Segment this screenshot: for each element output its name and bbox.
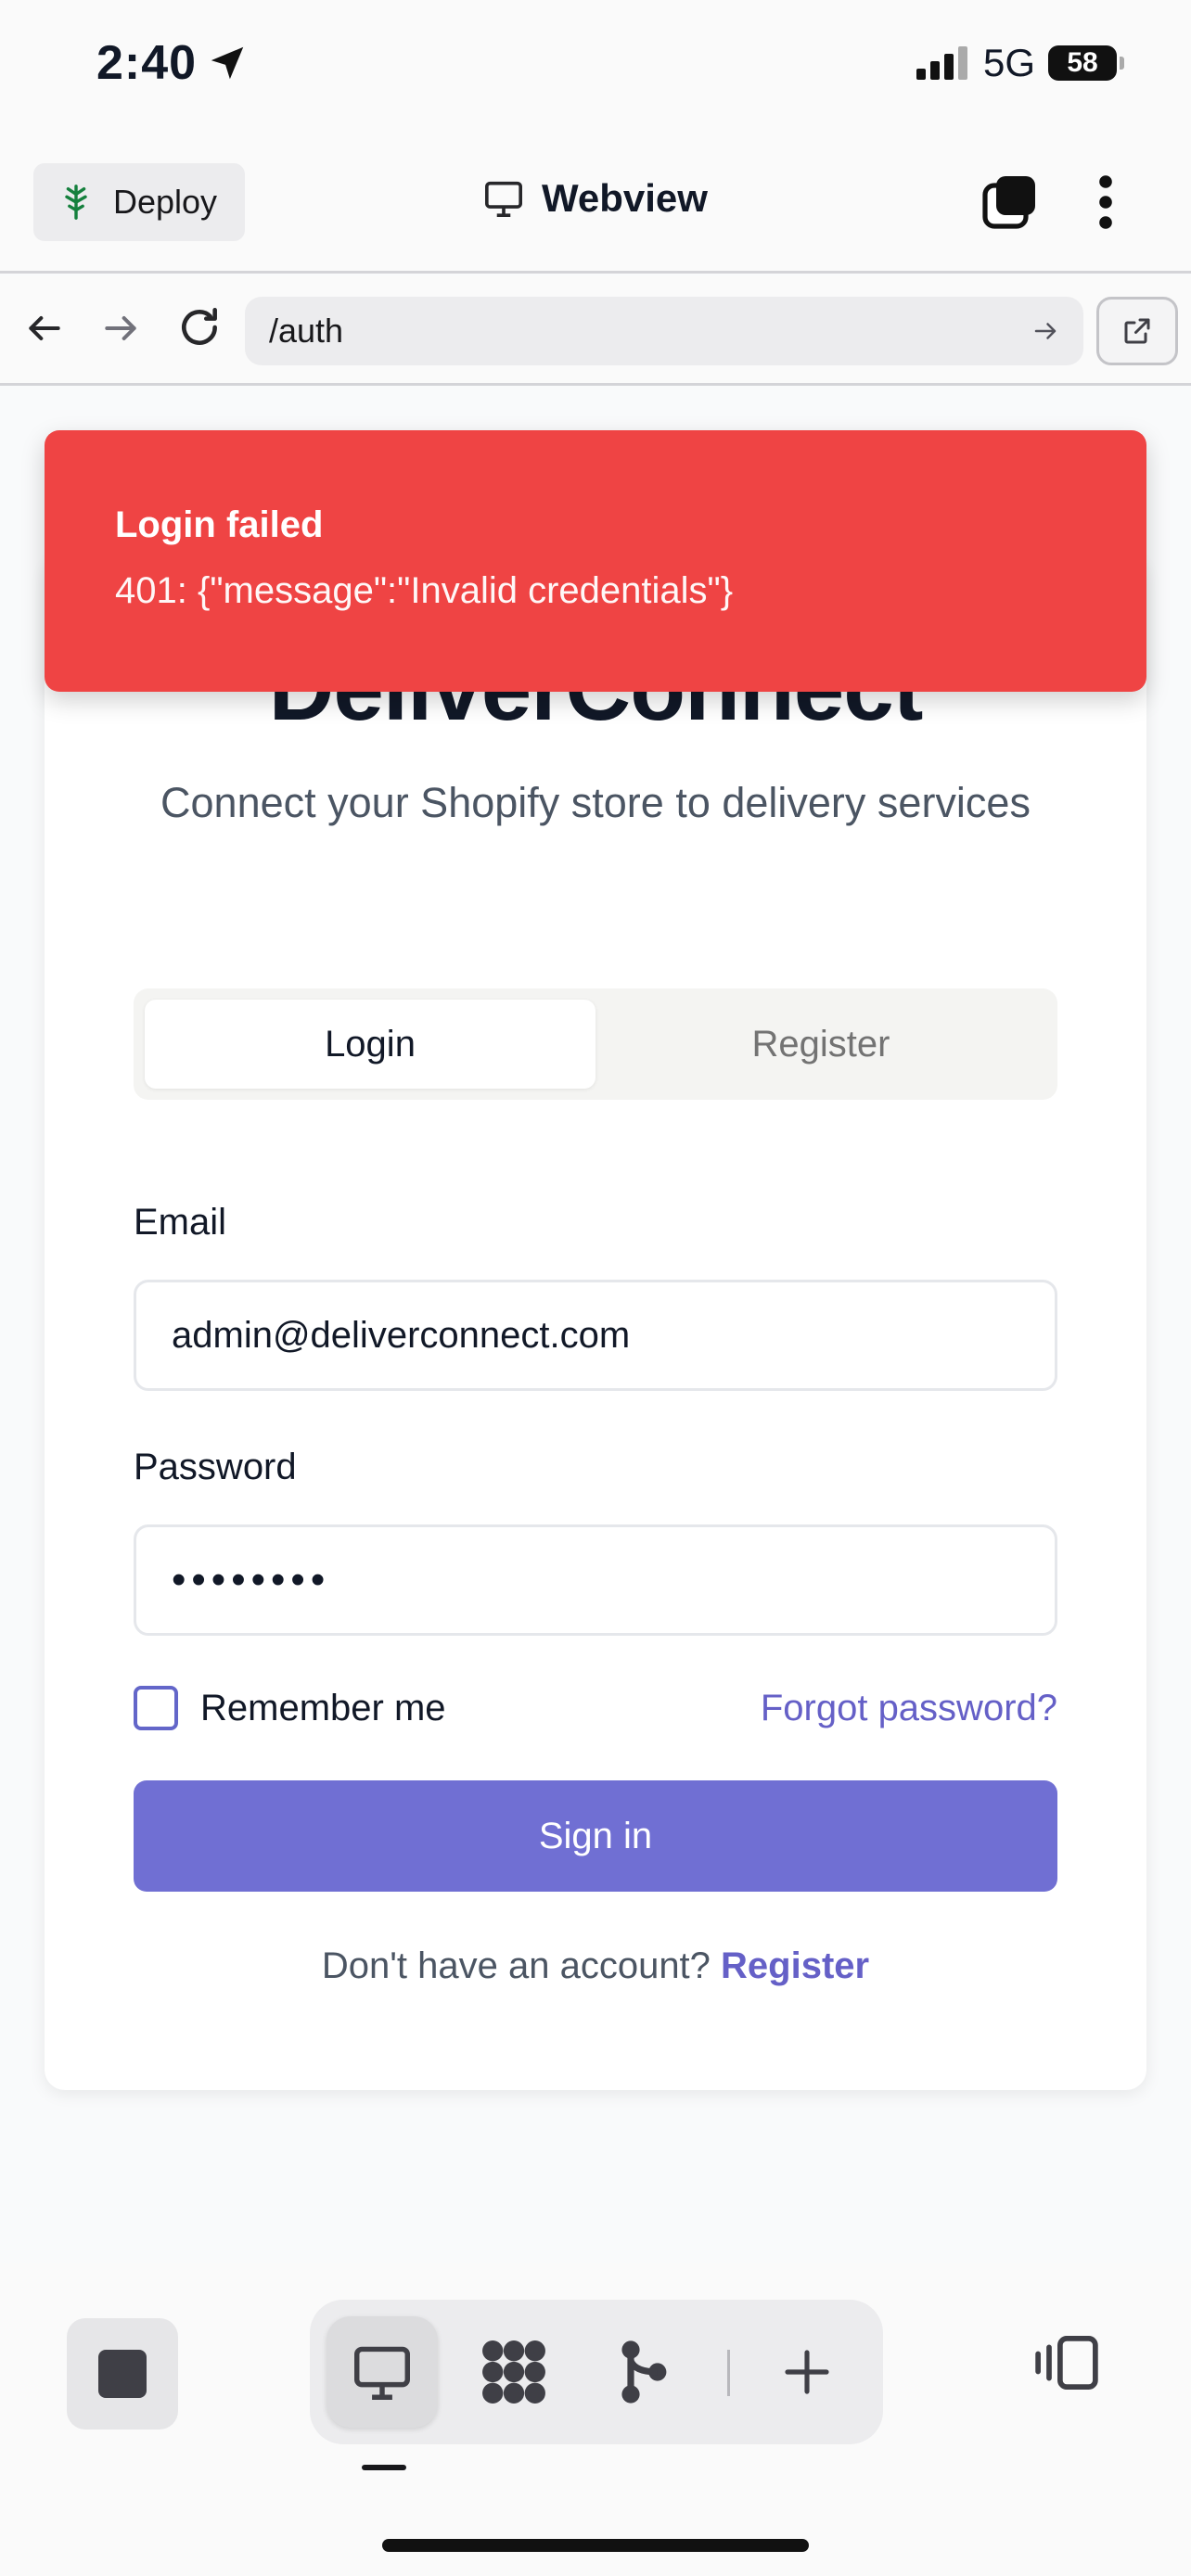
- status-time-text: 2:40: [96, 36, 198, 90]
- forward-button[interactable]: [100, 308, 141, 353]
- plus-icon: [785, 2350, 829, 2394]
- register-prompt: Don't have an account? Register: [45, 1945, 1146, 1987]
- password-field[interactable]: ••••••••: [134, 1524, 1057, 1636]
- url-input[interactable]: /auth: [245, 297, 1083, 365]
- remember-label: Remember me: [200, 1687, 446, 1728]
- external-link-icon: [1124, 318, 1150, 344]
- auth-tabs: Login Register: [134, 988, 1057, 1100]
- branch-icon: [621, 2340, 667, 2404]
- home-indicator: [382, 2539, 809, 2552]
- open-external-button[interactable]: [1096, 297, 1178, 365]
- register-link[interactable]: Register: [721, 1945, 869, 1986]
- auth-card: DeliverConnect Connect your Shopify stor…: [45, 556, 1146, 2090]
- signal-icon: [916, 46, 967, 80]
- remember-checkbox[interactable]: [134, 1686, 178, 1730]
- tool-group: [310, 2300, 883, 2444]
- password-value: ••••••••: [172, 1557, 331, 1602]
- email-field[interactable]: admin@deliverconnect.com: [134, 1280, 1057, 1391]
- webview-title: Webview: [482, 176, 708, 221]
- deploy-label: Deploy: [113, 183, 218, 221]
- tab-login[interactable]: Login: [145, 1000, 596, 1089]
- register-prompt-text: Don't have an account?: [321, 1945, 711, 1986]
- tool-apps[interactable]: [458, 2316, 570, 2428]
- forgot-password-link[interactable]: Forgot password?: [761, 1688, 1057, 1729]
- battery-level: 58: [1067, 47, 1098, 78]
- url-bar: /auth: [0, 276, 1191, 386]
- brand-subtitle: Connect your Shopify store to delivery s…: [160, 779, 1031, 826]
- status-bar: 2:40 5G 58: [0, 0, 1191, 139]
- sign-in-button[interactable]: Sign in: [134, 1780, 1057, 1892]
- tab-register[interactable]: Register: [596, 1000, 1046, 1089]
- monitor-icon: [354, 2346, 410, 2400]
- battery-icon: 58: [1048, 45, 1124, 81]
- more-vertical-icon: [1099, 175, 1112, 229]
- deploy-button[interactable]: Deploy: [33, 163, 245, 241]
- network-type: 5G: [982, 41, 1035, 84]
- email-value: admin@deliverconnect.com: [172, 1314, 631, 1356]
- arrow-right-icon: [105, 315, 136, 341]
- remember-me[interactable]: Remember me: [134, 1686, 446, 1730]
- toast-title: Login failed: [115, 504, 324, 545]
- apps-grid-icon: [482, 2340, 545, 2404]
- side-panel-icon: [1035, 2336, 1098, 2390]
- tool-add[interactable]: [751, 2316, 863, 2428]
- side-panel-button[interactable]: [1031, 2333, 1102, 2397]
- deploy-tree-icon: [65, 185, 87, 220]
- tool-git[interactable]: [586, 2316, 698, 2428]
- status-indicators: 5G 58: [916, 41, 1124, 85]
- toast-message: 401: {"message":"Invalid credentials"}: [115, 570, 734, 611]
- toolbar-divider: [727, 2350, 730, 2396]
- app-bar: Deploy Webview: [0, 139, 1191, 274]
- tool-webview[interactable]: [327, 2316, 438, 2428]
- more-menu-button[interactable]: [1095, 172, 1117, 236]
- location-arrow-icon: [211, 46, 244, 80]
- stop-button[interactable]: [67, 2318, 178, 2429]
- go-arrow-icon[interactable]: [1031, 317, 1059, 345]
- sign-in-label: Sign in: [538, 1815, 653, 1856]
- password-label: Password: [134, 1447, 297, 1487]
- active-tool-indicator: [362, 2465, 406, 2470]
- bottom-toolbar: [0, 2263, 1191, 2576]
- back-button[interactable]: [24, 308, 65, 353]
- email-label: Email: [134, 1202, 227, 1243]
- url-text: /auth: [269, 312, 344, 350]
- arrow-left-icon: [29, 315, 60, 341]
- page: 2:40 5G 58 Deploy Webview /auth Connect …: [0, 0, 1191, 2576]
- tabs-button[interactable]: [980, 172, 1039, 236]
- reload-icon: [182, 307, 217, 345]
- status-time: 2:40: [96, 35, 249, 91]
- monitor-icon: [485, 181, 522, 217]
- error-toast[interactable]: Login failed 401: {"message":"Invalid cr…: [45, 430, 1146, 692]
- webview-title-text: Webview: [542, 176, 708, 220]
- stop-icon: [98, 2350, 147, 2398]
- reload-button[interactable]: [176, 304, 223, 355]
- tabs-icon: [982, 176, 1035, 229]
